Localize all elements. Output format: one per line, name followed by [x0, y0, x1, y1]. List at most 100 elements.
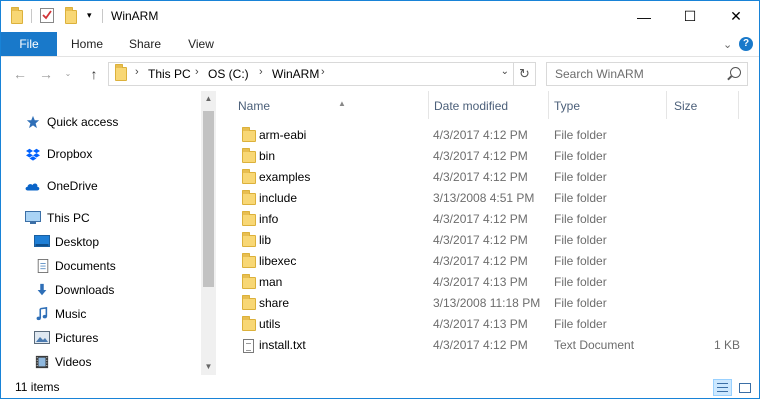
folder-icon — [242, 190, 256, 205]
breadcrumb-winarm[interactable]: WinARM — [272, 67, 319, 81]
minimize-button[interactable]: — — [621, 1, 667, 32]
column-divider[interactable] — [548, 91, 549, 119]
file-type: File folder — [554, 191, 607, 205]
address-bar[interactable]: › This PC › OS (C:) › WinARM › ⌄ ↻ — [108, 62, 536, 86]
search-icon — [730, 67, 741, 78]
file-row[interactable]: bin 4/3/2017 4:12 PM File folder — [225, 146, 759, 167]
breadcrumb-separator[interactable]: › — [259, 66, 263, 78]
nav-item-pictures[interactable]: Pictures — [1, 327, 201, 349]
column-divider[interactable] — [738, 91, 739, 119]
tab-view[interactable]: View — [173, 32, 229, 56]
recent-locations-icon[interactable]: ⌄ — [59, 65, 77, 83]
nav-label: Pictures — [55, 331, 99, 345]
folder-icon — [242, 253, 256, 268]
help-icon[interactable]: ? — [739, 37, 753, 51]
sort-ascending-icon: ▲ — [338, 99, 346, 108]
file-list: ▲ Name Date modified Type Size arm-eabi … — [225, 91, 759, 375]
nav-item-downloads[interactable]: Downloads — [1, 279, 201, 301]
file-date: 4/3/2017 4:12 PM — [433, 338, 528, 352]
file-row[interactable]: arm-eabi 4/3/2017 4:12 PM File folder — [225, 125, 759, 146]
nav-label: OneDrive — [47, 179, 98, 193]
nav-item-quick-access[interactable]: Quick access — [1, 111, 201, 133]
expand-ribbon-icon[interactable]: ⌄ — [723, 38, 732, 51]
back-arrow-icon[interactable]: ← — [11, 65, 29, 83]
nav-item-dropbox[interactable]: Dropbox — [1, 143, 201, 165]
breadcrumb-separator[interactable]: › — [135, 66, 139, 78]
close-button[interactable]: ✕ — [713, 1, 759, 32]
file-name: examples — [259, 170, 311, 184]
title-bar: ▾ WinARM — ☐ ✕ — [1, 1, 759, 32]
refresh-icon[interactable]: ↻ — [513, 63, 535, 85]
file-name: utils — [259, 317, 281, 331]
file-row[interactable]: install.txt 4/3/2017 4:12 PM Text Docume… — [225, 335, 759, 356]
file-row[interactable]: libexec 4/3/2017 4:12 PM File folder — [225, 251, 759, 272]
folder-icon — [242, 127, 256, 142]
file-row[interactable]: include 3/13/2008 4:51 PM File folder — [225, 188, 759, 209]
tab-home[interactable]: Home — [59, 32, 115, 56]
large-icons-view-icon — [739, 383, 751, 393]
dropbox-icon — [26, 148, 40, 161]
file-date: 4/3/2017 4:12 PM — [433, 170, 528, 184]
file-row[interactable]: man 4/3/2017 4:13 PM File folder — [225, 272, 759, 293]
column-header-date[interactable]: Date modified — [434, 97, 548, 123]
nav-item-desktop[interactable]: Desktop — [1, 231, 201, 253]
folder-icon — [242, 169, 256, 184]
file-type: File folder — [554, 296, 607, 310]
breadcrumb-os-drive[interactable]: OS (C:) — [208, 67, 249, 81]
scrollbar-thumb[interactable] — [203, 111, 214, 287]
column-header-name[interactable]: ▲ Name — [238, 97, 428, 123]
tab-file[interactable]: File — [1, 32, 57, 56]
file-date: 4/3/2017 4:12 PM — [433, 149, 528, 163]
file-row[interactable]: share 3/13/2008 11:18 PM File folder — [225, 293, 759, 314]
toolbar-separator — [31, 9, 32, 23]
documents-icon — [37, 259, 49, 273]
address-dropdown-icon[interactable]: ⌄ — [501, 66, 509, 77]
file-row[interactable]: info 4/3/2017 4:12 PM File folder — [225, 209, 759, 230]
tab-share[interactable]: Share — [117, 32, 173, 56]
file-type: File folder — [554, 275, 607, 289]
breadcrumb-this-pc[interactable]: This PC — [148, 67, 191, 81]
desktop-icon — [34, 235, 50, 247]
scroll-up-icon[interactable]: ▲ — [201, 91, 216, 106]
file-name: include — [259, 191, 298, 205]
folder-icon — [242, 295, 256, 310]
large-icons-view-button[interactable] — [735, 379, 754, 396]
status-bar: 11 items — [1, 377, 759, 398]
nav-label: Videos — [55, 355, 92, 369]
file-type: Text Document — [554, 338, 635, 352]
breadcrumb-separator[interactable]: › — [195, 66, 199, 78]
column-header-type[interactable]: Type — [554, 97, 666, 123]
customize-quick-access-icon[interactable]: ▾ — [87, 10, 92, 21]
properties-icon[interactable] — [40, 7, 54, 26]
nav-label: Music — [55, 307, 87, 321]
file-size: 1 KB — [713, 338, 740, 352]
file-date: 3/13/2008 11:18 PM — [433, 296, 541, 310]
file-row[interactable]: utils 4/3/2017 4:13 PM File folder — [225, 314, 759, 335]
scroll-down-icon[interactable]: ▼ — [201, 359, 216, 374]
column-divider[interactable] — [428, 91, 429, 119]
nav-pane-scrollbar[interactable]: ▲ ▼ — [201, 91, 216, 375]
nav-item-onedrive[interactable]: OneDrive — [1, 175, 201, 197]
breadcrumb-separator[interactable]: › — [321, 66, 325, 78]
nav-label: Documents — [55, 259, 116, 273]
search-input[interactable]: Search WinARM — [546, 62, 748, 86]
details-view-button[interactable] — [713, 379, 732, 396]
forward-arrow-icon[interactable]: → — [37, 65, 55, 83]
file-row[interactable]: lib 4/3/2017 4:12 PM File folder — [225, 230, 759, 251]
download-arrow-icon — [37, 283, 47, 296]
column-header-size[interactable]: Size — [674, 97, 734, 123]
up-arrow-icon[interactable]: ↑ — [85, 65, 103, 83]
item-count: 11 items — [15, 380, 60, 394]
nav-item-documents[interactable]: Documents — [1, 255, 201, 277]
nav-item-videos[interactable]: Videos — [1, 351, 201, 373]
file-type: File folder — [554, 170, 607, 184]
column-divider[interactable] — [666, 91, 667, 119]
file-date: 4/3/2017 4:13 PM — [433, 275, 528, 289]
text-file-icon — [243, 339, 254, 353]
nav-item-music[interactable]: Music — [1, 303, 201, 325]
file-row[interactable]: examples 4/3/2017 4:12 PM File folder — [225, 167, 759, 188]
folder-icon — [242, 211, 256, 226]
maximize-button[interactable]: ☐ — [667, 1, 713, 32]
new-folder-icon[interactable] — [65, 7, 77, 24]
nav-item-this-pc[interactable]: This PC — [1, 207, 201, 229]
